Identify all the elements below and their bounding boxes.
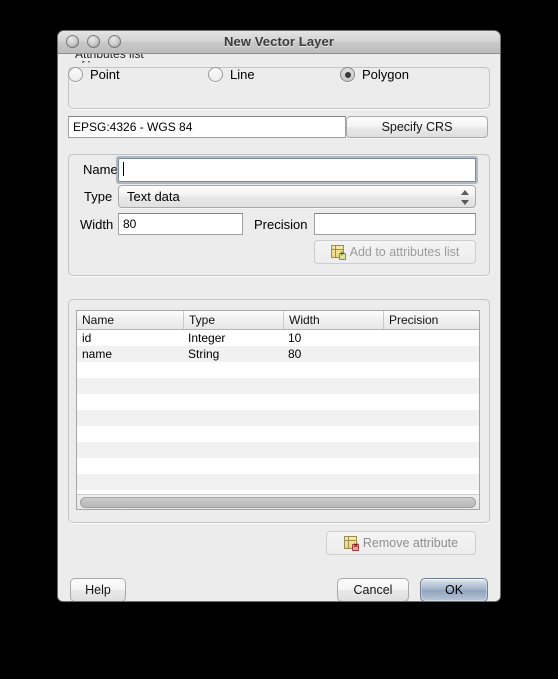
table-cell — [77, 362, 183, 378]
table-cell — [383, 410, 479, 426]
radio-line[interactable]: Line — [208, 67, 255, 82]
table-row-empty — [77, 378, 479, 394]
new-vector-layer-dialog: New Vector Layer Type Point Line Polygon… — [58, 31, 500, 601]
table-cell — [183, 410, 283, 426]
table-cell — [383, 346, 479, 362]
chevron-up-icon — [461, 190, 469, 195]
table-cell — [77, 474, 183, 490]
table-cell — [283, 458, 383, 474]
table-cell — [183, 378, 283, 394]
geometry-type-radio-group: Point Line Polygon — [68, 67, 468, 85]
radio-point-label: Point — [90, 67, 120, 82]
dialog-content: Type Point Line Polygon EPSG:4326 - WGS … — [58, 54, 500, 601]
table-cell — [183, 394, 283, 410]
window-titlebar[interactable]: New Vector Layer — [58, 31, 500, 54]
table-cell — [283, 378, 383, 394]
table-cell: 10 — [288, 331, 302, 345]
chevron-down-icon — [461, 200, 469, 205]
name-input[interactable] — [118, 158, 476, 182]
table-body: id Integer 10 name String 80 — [77, 330, 479, 494]
attributes-list-group-label: Attributes list — [72, 54, 147, 61]
table-cell — [283, 410, 383, 426]
table-cell: name — [82, 347, 113, 361]
table-cell — [183, 426, 283, 442]
table-row-empty — [77, 426, 479, 442]
column-header-width[interactable]: Width — [283, 311, 383, 329]
table-cell: Integer — [188, 331, 226, 345]
radio-circle-selected-icon — [340, 67, 355, 82]
table-cell — [283, 394, 383, 410]
radio-circle-icon — [68, 67, 83, 82]
table-row-empty — [77, 442, 479, 458]
table-cell — [283, 426, 383, 442]
crs-input[interactable]: EPSG:4326 - WGS 84 — [68, 116, 346, 138]
table-cell — [183, 362, 283, 378]
help-button[interactable]: Help — [70, 578, 126, 601]
remove-attribute-label: Remove attribute — [362, 536, 459, 550]
table-cell: String — [188, 347, 220, 361]
width-field-label: Width — [80, 217, 114, 232]
radio-point[interactable]: Point — [68, 67, 120, 82]
text-caret — [123, 162, 124, 176]
cancel-button[interactable]: Cancel — [337, 578, 409, 601]
table-cell — [77, 378, 183, 394]
column-header-type[interactable]: Type — [183, 311, 283, 329]
ok-button[interactable]: OK — [420, 578, 488, 601]
name-field-label: Name — [83, 162, 118, 177]
table-cell — [283, 442, 383, 458]
radio-polygon[interactable]: Polygon — [340, 67, 409, 82]
radio-circle-icon — [208, 67, 223, 82]
table-row[interactable]: name String 80 — [77, 346, 479, 362]
attribute-type-select[interactable]: Text data — [118, 185, 476, 208]
table-row[interactable]: id Integer 10 — [77, 330, 479, 346]
table-row-empty — [77, 474, 479, 490]
attribute-type-value: Text data — [127, 189, 180, 204]
window-title: New Vector Layer — [224, 34, 334, 49]
type-field-label: Type — [84, 189, 113, 204]
table-cell — [383, 442, 479, 458]
table-cell — [383, 378, 479, 394]
column-header-name[interactable]: Name — [77, 311, 183, 329]
table-cell — [383, 426, 479, 442]
precision-field-label: Precision — [254, 217, 308, 232]
table-cell — [77, 426, 183, 442]
width-input[interactable]: 80 — [118, 213, 243, 235]
table-cell — [183, 474, 283, 490]
table-row-empty — [77, 410, 479, 426]
table-header-row: Name Type Width Precision — [77, 311, 479, 330]
table-cell — [383, 362, 479, 378]
scrollbar-thumb[interactable] — [80, 497, 476, 508]
remove-table-row-icon — [343, 536, 359, 551]
table-cell — [77, 394, 183, 410]
precision-input[interactable] — [314, 213, 476, 235]
table-row-empty — [77, 362, 479, 378]
table-cell — [383, 330, 479, 346]
table-cell — [77, 458, 183, 474]
table-cell: id — [82, 331, 92, 345]
table-row-empty — [77, 394, 479, 410]
column-header-precision[interactable]: Precision — [383, 311, 479, 329]
table-cell — [383, 458, 479, 474]
add-table-row-icon — [330, 245, 346, 260]
horizontal-scrollbar[interactable] — [77, 494, 479, 509]
stepper-arrows-icon[interactable] — [461, 189, 470, 206]
table-cell — [77, 410, 183, 426]
table-cell — [283, 362, 383, 378]
table-cell — [383, 474, 479, 490]
table-cell — [77, 442, 183, 458]
table-cell — [183, 442, 283, 458]
table-row-empty — [77, 458, 479, 474]
add-to-attributes-list-button[interactable]: Add to attributes list — [314, 240, 476, 264]
radio-line-label: Line — [230, 67, 255, 82]
table-cell: 80 — [288, 347, 302, 361]
crs-row: EPSG:4326 - WGS 84 Specify CRS — [68, 116, 488, 138]
table-cell — [183, 458, 283, 474]
add-to-attributes-list-label: Add to attributes list — [349, 245, 460, 259]
table-cell — [383, 394, 479, 410]
attributes-table[interactable]: Name Type Width Precision id Integer 10 nam… — [76, 310, 480, 510]
table-cell — [283, 474, 383, 490]
radio-polygon-label: Polygon — [362, 67, 409, 82]
remove-attribute-button[interactable]: Remove attribute — [326, 531, 476, 555]
specify-crs-button[interactable]: Specify CRS — [346, 116, 488, 138]
